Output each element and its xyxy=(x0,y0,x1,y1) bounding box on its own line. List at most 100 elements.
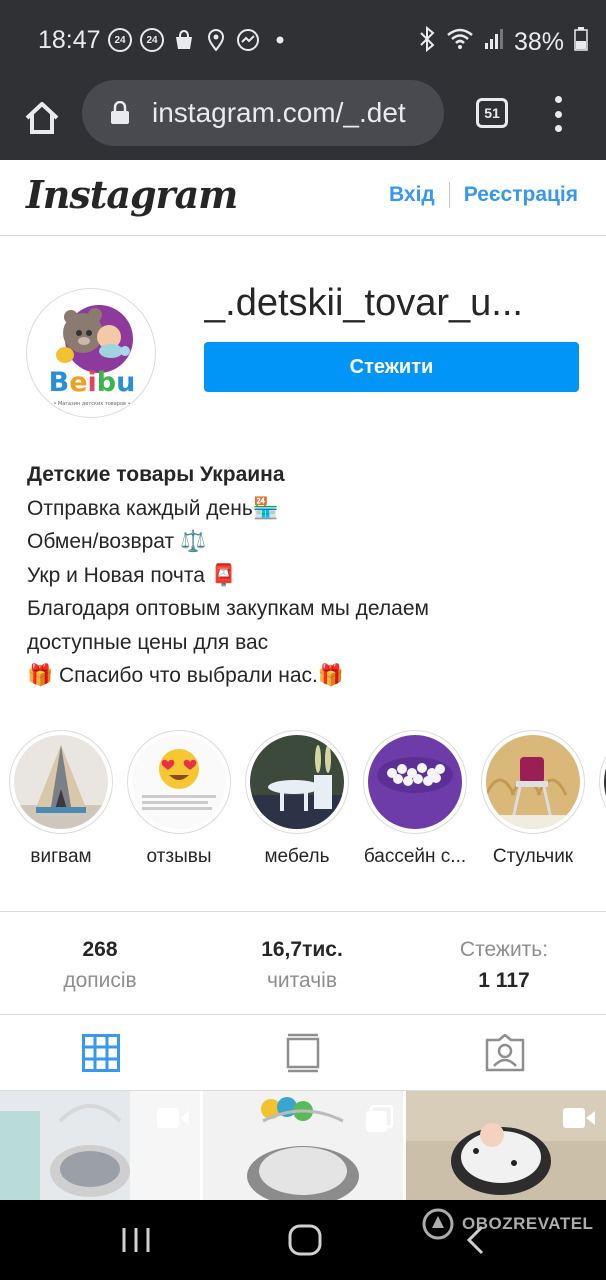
highlight-label: бассейн с... xyxy=(363,846,467,867)
battery-percent: 38% xyxy=(513,28,564,56)
following-label: Стежить: xyxy=(459,938,549,961)
tab-feed[interactable] xyxy=(202,1015,404,1091)
home-icon xyxy=(25,102,59,134)
auth-links: Вхід Реєстрація xyxy=(389,182,578,208)
signal-icon xyxy=(484,28,504,57)
signup-link[interactable]: Реєстрація xyxy=(464,183,578,207)
grid-icon xyxy=(82,1034,120,1072)
lock-icon xyxy=(110,100,130,125)
shopping-bag-icon xyxy=(172,28,196,52)
highlight-item[interactable]: Стульчик xyxy=(474,730,592,868)
address-bar[interactable]: instagram.com/_.det xyxy=(82,80,444,146)
dot-icon xyxy=(268,28,292,52)
highlight-ring xyxy=(245,730,349,834)
bio-name: Детские товары Украина xyxy=(27,463,285,486)
highlight-label: отзывы xyxy=(146,846,212,867)
follow-button[interactable]: Стежити xyxy=(204,342,579,392)
home-button[interactable] xyxy=(22,98,62,138)
status-time: 18:47 xyxy=(38,26,101,54)
menu-dot-icon xyxy=(554,125,562,132)
url-text[interactable]: instagram.com/_.det xyxy=(152,97,432,129)
tagged-icon xyxy=(485,1034,525,1072)
ball-pit-image xyxy=(368,735,462,829)
followers-stat[interactable]: 16,7тис. читачів xyxy=(202,934,402,996)
watermark-text: OBOZREVATEL xyxy=(462,1214,594,1233)
battery-icon xyxy=(574,27,588,58)
browser-menu-button[interactable] xyxy=(548,96,568,132)
highlight-label: мебель xyxy=(264,846,330,867)
highlight-label: Стульчик xyxy=(492,846,574,867)
highlight-ring xyxy=(363,730,467,834)
posts-grid xyxy=(0,1091,606,1201)
post-thumbnail[interactable] xyxy=(203,1091,403,1201)
posts-stat: 268 дописів xyxy=(0,934,200,996)
highlight-item[interactable] xyxy=(592,730,606,834)
instagram-logo[interactable]: Instagram xyxy=(26,172,238,217)
recent-apps-icon xyxy=(122,1228,150,1252)
feed-icon xyxy=(286,1033,320,1073)
carousel-badge-icon xyxy=(365,1104,394,1138)
svg-text:• Магазин детских товаров •: • Магазин детских товаров • xyxy=(53,401,130,407)
badge-24-icon: 24 xyxy=(140,28,164,52)
bio-line: Благодаря оптовым закупкам мы делаем xyxy=(27,597,429,620)
profile-stats: 268 дописів 16,7тис. читачів Стежить: 1 … xyxy=(0,911,606,1015)
highlight-ring xyxy=(127,730,231,834)
home-nav-button[interactable] xyxy=(288,1224,322,1261)
recent-apps-button[interactable] xyxy=(120,1224,152,1261)
wifi-icon xyxy=(446,27,474,58)
notification-icons: 24 24 xyxy=(108,28,292,52)
tab-tagged[interactable] xyxy=(404,1015,606,1091)
login-link[interactable]: Вхід xyxy=(389,183,435,207)
bio-line: Обмен/возврат ⚖️ xyxy=(27,530,207,553)
location-pin-icon xyxy=(204,28,228,52)
badge-24-icon: 24 xyxy=(108,28,132,52)
highlight-label: вигвам xyxy=(30,846,92,867)
highlight-item[interactable]: мебель xyxy=(238,730,356,868)
post-thumbnail[interactable] xyxy=(406,1091,606,1201)
instagram-header: Instagram Вхід Реєстрація xyxy=(0,160,606,236)
story-highlights: вигвам отзывы мебель бассейн с... Стульч… xyxy=(0,730,606,880)
highlight-item[interactable]: бассейн с... xyxy=(356,730,474,868)
watermark: OBOZREVATEL xyxy=(422,1208,593,1240)
highlight-item[interactable]: отзывы xyxy=(120,730,238,868)
bio-line: доступные цены для вас xyxy=(27,630,269,654)
heart-eyes-emoji-image xyxy=(132,735,226,829)
highlight-item[interactable]: вигвам xyxy=(2,730,120,868)
tab-switcher-button[interactable]: 51 xyxy=(476,98,508,128)
following-count: 1 117 xyxy=(478,969,530,992)
url-bar: instagram.com/_.det 51 xyxy=(0,80,606,160)
menu-dot-icon xyxy=(554,110,562,118)
menu-dot-icon xyxy=(554,96,562,103)
followers-label: читачів xyxy=(266,969,338,992)
divider xyxy=(448,182,450,208)
status-bar: 18:47 24 24 38% xyxy=(0,0,606,80)
video-badge-icon xyxy=(156,1105,190,1136)
post-thumbnail[interactable] xyxy=(0,1091,200,1201)
profile-bio: Детские товары Украина Отправка каждый д… xyxy=(27,458,587,693)
video-badge-icon xyxy=(562,1105,596,1136)
posts-count: 268 xyxy=(82,938,118,961)
teepee-tent-image xyxy=(14,735,108,829)
highlight-ring xyxy=(9,730,113,834)
profile-username: _.detskii_tovar_u... xyxy=(204,282,523,324)
messenger-icon xyxy=(236,28,260,52)
followers-count: 16,7тис. xyxy=(261,938,343,961)
profile-avatar[interactable]: Beibu • Магазин детских товаров • xyxy=(26,288,156,418)
home-circle-icon xyxy=(288,1224,322,1256)
svg-text:Beibu: Beibu xyxy=(49,367,136,398)
bio-line: 🎁 Спасибо что выбрали нас.🎁 xyxy=(27,664,345,687)
highlight-ring xyxy=(481,730,585,834)
obozrevatel-logo-icon xyxy=(422,1208,454,1240)
tab-grid[interactable] xyxy=(0,1015,202,1091)
status-right-icons: 38% xyxy=(418,25,588,59)
following-stat[interactable]: Стежить: 1 117 xyxy=(404,934,604,996)
highlight-ring xyxy=(599,730,606,834)
bio-line: Отправка каждый день🏪 xyxy=(27,496,279,520)
bio-line: Укр и Новая почта 📮 xyxy=(27,563,237,587)
bluetooth-icon xyxy=(418,25,436,59)
high-chair-image xyxy=(486,735,580,829)
profile-tab-bar xyxy=(0,1015,606,1091)
browser-chrome: 18:47 24 24 38% instagram.com/_.det 51 xyxy=(0,0,606,160)
posts-label: дописів xyxy=(63,969,137,992)
beibu-logo-image: Beibu • Магазин детских товаров • xyxy=(49,305,136,407)
